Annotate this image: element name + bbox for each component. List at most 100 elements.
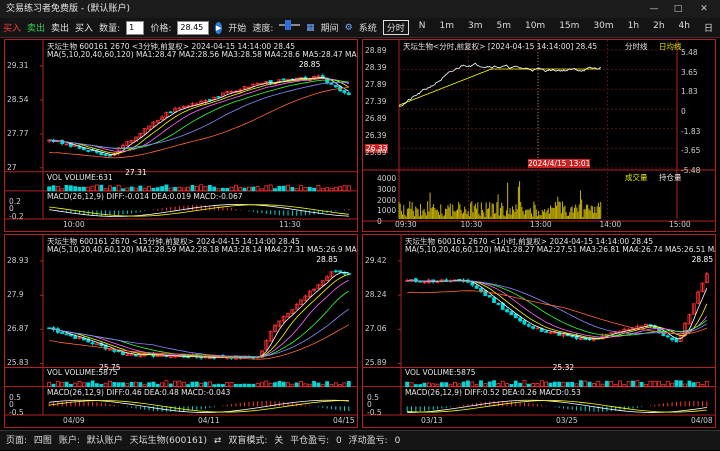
- period-tab-11[interactable]: 日: [700, 20, 717, 35]
- p3m-ytick-1: 28.54: [7, 94, 29, 104]
- intraday-ytick-left-1: 28.39: [365, 63, 387, 72]
- account-label: 账户:: [58, 436, 80, 446]
- period-tab-2[interactable]: 1m: [435, 20, 458, 35]
- intraday-vol-tick-0: 4000: [377, 174, 397, 183]
- p15m-xtick-2: 04/15: [333, 416, 355, 425]
- floating-profit-value: 0: [394, 436, 401, 446]
- p1h-vol-label: VOL VOLUME:5875: [405, 368, 476, 378]
- calendar-icon[interactable]: ▦: [306, 23, 315, 33]
- period-tab-10[interactable]: 4h: [675, 20, 694, 35]
- symbol-value[interactable]: 天坛生物(600161): [130, 436, 207, 446]
- period-tab-8[interactable]: 1h: [624, 20, 643, 35]
- p15m-xtick-0: 04/09: [63, 416, 85, 425]
- sell-short-button[interactable]: 卖出: [51, 21, 69, 34]
- p15m-ytick-1: 27.9: [7, 290, 24, 300]
- p3m-macd-tick-2: -0.2: [9, 212, 24, 221]
- p15m-xtick-1: 04/11: [198, 416, 220, 425]
- price-input[interactable]: 28.45: [177, 20, 209, 35]
- p1h-low-label: 25.32: [552, 363, 575, 373]
- status-bar: 页面: 四图 账户: 默认账户 天坛生物(600161) ⇄ 双盲模式: 关 平…: [0, 430, 720, 450]
- minimize-button[interactable]: —: [642, 0, 666, 18]
- p15m-ma-line: MA(5,10,20,40,60,120) MA1:28.59 MA2:28.1…: [47, 245, 358, 254]
- p1h-xtick-2: 04/08: [691, 416, 713, 425]
- intraday-chart-svg[interactable]: [363, 40, 715, 231]
- toolbar: 买入 卖出 卖出 买入 数量: 1 价格: 28.45 ▶ 开始 速度: ▦ 期…: [0, 18, 720, 38]
- intraday-ytick-left-4: 26.89: [365, 114, 387, 123]
- title-bar: 交易练习者免费版 - (默认账户) — □ ✕: [0, 0, 720, 18]
- p3m-macd-label: MACD(26,12,9) DIFF:-0.014 DEA:0.019 MACD…: [47, 191, 243, 201]
- intraday-ytick-right-2: 1.83: [681, 87, 698, 97]
- chart-panel-intraday[interactable]: 28.89 28.39 27.89 27.39 26.89 26.39 26.33 25.89…: [362, 39, 716, 232]
- system-icon[interactable]: ⚙: [345, 23, 353, 33]
- p3m-low-label: 27.31: [125, 167, 147, 177]
- p15m-ytick-0: 28.93: [7, 256, 29, 265]
- p1h-ytick-0: 29.42: [365, 256, 387, 265]
- speed-slider-handle[interactable]: [285, 19, 292, 30]
- qty-label: 数量:: [99, 24, 121, 34]
- period-tab-3[interactable]: 3m: [464, 20, 487, 35]
- p3m-ytick-3: 27: [7, 162, 17, 172]
- p15m-chart-svg[interactable]: [5, 235, 357, 427]
- intraday-ytick-right-1: 3.65: [681, 67, 698, 77]
- chart-panel-3m[interactable]: 29.31 28.54 27.77 27 28.85 27.31 0.2 0 -0.2 天坛生物 …: [4, 39, 358, 232]
- period-tab-5[interactable]: 10m: [521, 20, 549, 35]
- chart-panel-1h[interactable]: 29.42 28.24 27.06 25.89 28.85 25.32 0.5 0 -0.5 天坛…: [362, 234, 716, 428]
- buy-cover-button[interactable]: 买入: [75, 21, 93, 34]
- intraday-xtick-1: 10:30: [460, 220, 483, 229]
- maximize-button[interactable]: □: [666, 0, 690, 18]
- p3m-ma-line: MA(5,10,20,40,60,120) MA1:28.47 MA2:28.5…: [47, 50, 358, 59]
- p1h-macd-tick-2: -0.5: [367, 408, 382, 417]
- period-tabs: 分时 N 1m 3m 5m 10m 15m 30m 1h 2h 4h 日: [380, 20, 720, 35]
- period-tab-9[interactable]: 2h: [649, 20, 668, 35]
- intraday-ytick-left-7: 25.89: [365, 148, 387, 157]
- account-value[interactable]: 默认账户: [87, 436, 123, 446]
- period-tab-6[interactable]: 15m: [555, 20, 583, 35]
- chart-panel-15m[interactable]: 28.93 27.9 26.87 25.83 28.85 25.75 0.5 0 -0.5 天坛生…: [4, 234, 358, 428]
- quantity-input[interactable]: 1: [126, 20, 145, 35]
- page-value[interactable]: 四图: [34, 436, 52, 446]
- period-tab-4[interactable]: 5m: [492, 20, 515, 35]
- p1h-ytick-3: 25.89: [365, 358, 387, 368]
- p15m-high-label: 28.85: [316, 255, 338, 264]
- close-button[interactable]: ✕: [692, 0, 716, 18]
- p15m-ytick-3: 25.83: [7, 358, 29, 368]
- p3m-ytick-0: 29.31: [7, 61, 29, 70]
- period-button[interactable]: 期间: [321, 21, 339, 34]
- blind-mode-label: 双盲模式:: [228, 436, 268, 446]
- intraday-ytick-left-0: 28.89: [365, 46, 387, 55]
- period-tab-0[interactable]: 分时: [382, 20, 409, 35]
- p1h-chart-svg[interactable]: [363, 235, 715, 427]
- intraday-vol-tick-1: 3000: [377, 184, 397, 194]
- p1h-macd-label: MACD(26,12,9) DIFF:0.52 DEA:0.26 MACD:0.…: [405, 387, 581, 397]
- buy-button[interactable]: 买入: [3, 21, 21, 34]
- p1h-high-label: 28.85: [691, 255, 714, 264]
- intraday-ytick-right-3: 0: [681, 107, 686, 116]
- intraday-header: 天坛生物<分时,前复权> [2024-04-15 14:14:00] 28.45: [403, 42, 598, 51]
- intraday-xtick-2: 13:00: [530, 220, 552, 229]
- floating-profit-label: 浮动盈亏:: [348, 436, 388, 446]
- period-tab-7[interactable]: 30m: [589, 20, 617, 35]
- p3m-xtick-1: 11:30: [279, 220, 301, 229]
- intraday-vol-tick-4: 0: [377, 217, 382, 226]
- p1h-xtick-1: 03/25: [556, 416, 578, 425]
- p1h-xtick-0: 03/13: [421, 416, 443, 425]
- p3m-ytick-2: 27.77: [7, 128, 29, 138]
- intraday-vol-tick-2: 2000: [377, 195, 397, 205]
- system-button[interactable]: 系统: [359, 21, 377, 34]
- speed-slider[interactable]: [279, 19, 301, 30]
- sell-button[interactable]: 卖出: [27, 21, 45, 34]
- intraday-ytick-right-4: -1.83: [681, 126, 701, 136]
- intraday-ytick-right-6: -5.48: [681, 166, 701, 175]
- p15m-macd-tick-2: -0.5: [9, 408, 24, 417]
- blind-mode-icon: ⇄: [213, 436, 222, 446]
- p15m-ytick-2: 26.87: [7, 324, 29, 334]
- blind-mode-value[interactable]: 关: [274, 436, 283, 446]
- closed-profit-label: 平仓盈亏:: [290, 436, 330, 446]
- period-tab-1[interactable]: N: [415, 20, 430, 35]
- price-label: 价格:: [150, 24, 172, 34]
- start-button[interactable]: 开始: [228, 21, 246, 34]
- intraday-cursor-label: 2024/4/15 13:01: [528, 159, 591, 168]
- p3m-high-label: 28.85: [298, 60, 321, 69]
- play-icon[interactable]: ▶: [214, 21, 223, 34]
- p3m-xtick-0: 10:00: [63, 220, 85, 229]
